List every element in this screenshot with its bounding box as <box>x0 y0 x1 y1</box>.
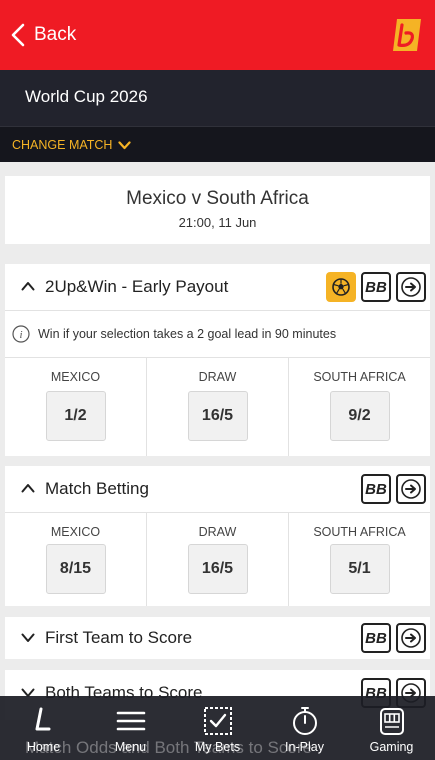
market-first-team-to-score: First Team to Score BB <box>5 617 430 659</box>
my-bets-icon <box>203 707 232 735</box>
odds-button[interactable]: 1/2 <box>45 391 106 441</box>
chevron-up-icon <box>21 282 35 291</box>
stopwatch-icon <box>292 707 317 735</box>
selection-away: SOUTH AFRICA 5/1 <box>288 513 430 606</box>
football-badge[interactable] <box>326 272 356 302</box>
change-match-button[interactable]: CHANGE MATCH <box>12 138 132 152</box>
arrow-right-circle-icon <box>401 277 421 297</box>
selections-row: MEXICO 1/2 DRAW 16/5 SOUTH AFRICA 9/2 <box>5 358 430 456</box>
top-bar: Back <box>0 0 435 70</box>
selection-label: MEXICO <box>50 370 101 384</box>
market-title: Match Betting <box>45 479 149 498</box>
back-label: Back <box>34 24 77 45</box>
hidden-market-title: Match Odds and Both Teams to Score <box>25 738 312 757</box>
match-name: Mexico v South Africa <box>126 188 309 209</box>
market-header[interactable]: Match Betting BB <box>5 466 430 512</box>
menu-icon <box>116 711 145 731</box>
change-match-bar: CHANGE MATCH <box>0 126 435 162</box>
market-title: 2Up&Win - Early Payout <box>45 277 229 296</box>
bet-builder-badge[interactable]: BB <box>361 623 391 653</box>
slot-machine-icon <box>379 708 404 735</box>
odds-button[interactable]: 9/2 <box>329 391 390 441</box>
competition-bar: World Cup 2026 <box>0 70 435 126</box>
cash-out-badge[interactable] <box>396 474 426 504</box>
market-header[interactable]: First Team to Score BB <box>5 617 430 659</box>
selection-home: MEXICO 1/2 <box>5 358 146 456</box>
odds-button[interactable]: 16/5 <box>187 544 248 594</box>
market-info-row: i Win if your selection takes a 2 goal l… <box>5 310 430 358</box>
selection-home: MEXICO 8/15 <box>5 513 146 606</box>
selection-draw: DRAW 16/5 <box>146 513 288 606</box>
bet-builder-badge[interactable]: BB <box>361 272 391 302</box>
svg-text:i: i <box>19 329 22 341</box>
cash-out-badge[interactable] <box>396 272 426 302</box>
selection-label: SOUTH AFRICA <box>313 525 406 539</box>
selection-away: SOUTH AFRICA 9/2 <box>288 358 430 456</box>
nav-gaming[interactable]: Gaming <box>348 696 435 760</box>
brand-logo[interactable] <box>391 17 423 53</box>
selection-label: MEXICO <box>50 525 101 539</box>
arrow-right-circle-icon <box>401 628 421 648</box>
cash-out-badge[interactable] <box>396 623 426 653</box>
odds-button[interactable]: 8/15 <box>45 544 106 594</box>
selections-row: MEXICO 8/15 DRAW 16/5 SOUTH AFRICA 5/1 <box>5 512 430 606</box>
selection-label: DRAW <box>198 525 237 539</box>
selection-draw: DRAW 16/5 <box>146 358 288 456</box>
market-info-text: Win if your selection takes a 2 goal lea… <box>38 327 337 341</box>
market-2up-win: 2Up&Win - Early Payout BB i Win if your … <box>5 264 430 456</box>
market-title: First Team to Score <box>45 628 193 647</box>
home-icon <box>35 707 50 731</box>
change-match-label: CHANGE MATCH <box>12 138 113 152</box>
football-icon <box>332 278 350 296</box>
match-time: 21:00, 11 Jun <box>178 215 257 230</box>
odds-button[interactable]: 16/5 <box>187 391 248 441</box>
match-card: Mexico v South Africa 21:00, 11 Jun <box>5 176 430 244</box>
chevron-down-icon <box>118 140 132 149</box>
chevron-down-icon <box>21 633 35 642</box>
competition-title: World Cup 2026 <box>25 87 148 106</box>
market-header[interactable]: 2Up&Win - Early Payout BB <box>5 264 430 310</box>
odds-button[interactable]: 5/1 <box>329 544 390 594</box>
chevron-left-icon <box>11 23 25 47</box>
market-match-betting: Match Betting BB MEXICO 8/15 DRAW 16/5 S… <box>5 466 430 606</box>
selection-label: DRAW <box>198 370 237 384</box>
back-button[interactable]: Back <box>10 20 76 50</box>
nav-label: Gaming <box>369 740 414 754</box>
info-icon: i <box>12 325 30 343</box>
bet-builder-badge[interactable]: BB <box>361 474 391 504</box>
selection-label: SOUTH AFRICA <box>313 370 406 384</box>
arrow-right-circle-icon <box>401 479 421 499</box>
chevron-up-icon <box>21 484 35 493</box>
